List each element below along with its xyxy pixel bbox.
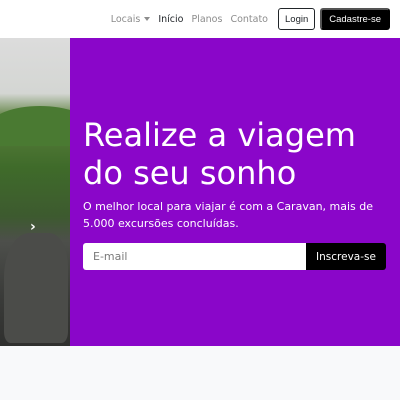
- chevron-right-icon[interactable]: ›: [30, 220, 40, 234]
- subscribe-button[interactable]: Inscreva-se: [306, 243, 386, 270]
- navbar: Locais Início Planos Contato Login Cadas…: [0, 0, 400, 38]
- nav-link-planos[interactable]: Planos: [191, 14, 222, 25]
- nav-links: Locais Início Planos Contato: [111, 14, 276, 25]
- nav-link-inicio[interactable]: Início: [158, 14, 183, 25]
- hero-panel: Realize a viagem do seu sonho O melhor l…: [70, 38, 400, 346]
- nav-link-locais[interactable]: Locais: [111, 14, 151, 25]
- nav-link-label: Locais: [110, 13, 141, 25]
- hero-carousel-image: ›: [0, 38, 70, 346]
- caret-down-icon: [144, 17, 151, 21]
- landscape-rock: [4, 233, 68, 343]
- hero-title: Realize a viagem do seu sonho: [83, 116, 356, 192]
- email-input[interactable]: [83, 243, 306, 270]
- hero-subtitle: O melhor local para viajar é com a Carav…: [83, 200, 374, 230]
- signup-button[interactable]: Cadastre-se: [320, 8, 390, 30]
- nav-link-contato[interactable]: Contato: [230, 14, 268, 25]
- landscape-ridge: [0, 106, 70, 146]
- login-button[interactable]: Login: [278, 8, 316, 30]
